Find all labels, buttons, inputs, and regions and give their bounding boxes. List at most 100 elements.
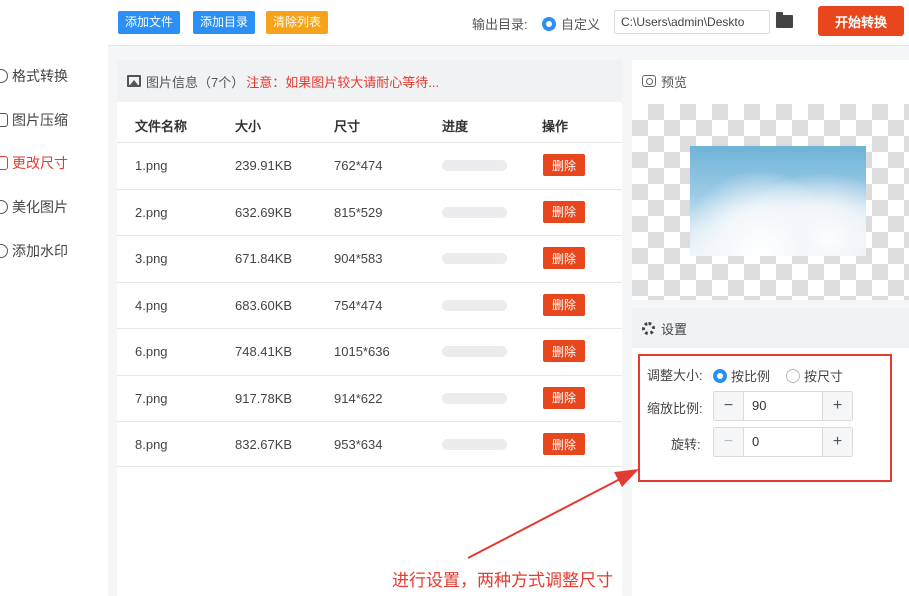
beautify-icon xyxy=(0,200,8,214)
resize-icon xyxy=(0,156,8,170)
file-name-cell: 4.png xyxy=(135,297,168,313)
file-count-title: 图片信息（7个） xyxy=(146,74,245,90)
clear-list-button[interactable]: 清除列表 xyxy=(266,11,329,34)
file-list-panel: 图片信息（7个） 注意：如果图片较大请耐心等待... 文件名称 大小 尺寸 进度… xyxy=(117,60,622,596)
column-header-size: 大小 xyxy=(235,119,262,134)
file-size-cell: 671.84KB xyxy=(235,251,293,266)
progress-bar xyxy=(442,253,507,264)
output-dir-label: 输出目录: xyxy=(472,17,528,32)
delete-button[interactable]: 删除 xyxy=(543,200,585,223)
table-row: 4.png 683.60KB 754*474 删除 xyxy=(117,281,622,329)
file-dimension-cell: 815*529 xyxy=(334,204,383,220)
progress-bar xyxy=(442,392,507,404)
table-row: 2.png 632.69KB 815*529 删除 xyxy=(117,188,622,236)
sidebar: 格式转换 图片压缩 更改尺寸 美化图片 添加水印 xyxy=(0,0,108,596)
resize-by-size-radio[interactable]: 按尺寸 xyxy=(786,366,843,385)
scale-ratio-input[interactable] xyxy=(752,398,812,413)
delete-button[interactable]: 删除 xyxy=(543,247,585,269)
preview-image xyxy=(690,146,866,256)
sidebar-item-label: 更改尺寸 xyxy=(12,155,68,171)
radio-checked-icon xyxy=(713,368,727,383)
file-dimension-cell: 953*634 xyxy=(334,437,383,452)
toolbar: 添加文件 添加目录 清除列表 输出目录: 自定义 C:\Users\admin\… xyxy=(108,0,909,46)
rotate-label: 旋转: xyxy=(671,437,701,452)
scale-ratio-stepper: − + xyxy=(713,391,853,421)
file-name-cell: 8.png xyxy=(135,437,168,452)
radio-unchecked-icon xyxy=(786,368,800,383)
folder-icon[interactable] xyxy=(776,12,793,28)
file-size-cell: 239.91KB xyxy=(235,158,293,173)
file-name-cell: 3.png xyxy=(135,251,168,266)
file-name-cell: 7.png xyxy=(135,390,168,406)
sidebar-item-label: 格式转换 xyxy=(12,68,68,84)
sidebar-item-beautify[interactable]: 美化图片 xyxy=(0,195,68,219)
scale-increment-button[interactable]: + xyxy=(822,392,852,420)
column-header-progress: 进度 xyxy=(442,119,469,134)
settings-title: 设置 xyxy=(661,321,688,337)
sidebar-item-resize[interactable]: 更改尺寸 xyxy=(0,151,68,175)
column-header-name: 文件名称 xyxy=(135,119,188,134)
add-file-button[interactable]: 添加文件 xyxy=(118,11,181,34)
progress-bar xyxy=(442,346,507,357)
progress-bar xyxy=(442,160,507,171)
file-name-cell: 1.png xyxy=(135,158,168,173)
table-row: 8.png 832.67KB 953*634 删除 xyxy=(117,421,622,468)
file-name-cell: 2.png xyxy=(135,204,168,220)
file-name-cell: 6.png xyxy=(135,344,168,359)
preview-header: 预览 xyxy=(632,60,909,102)
delete-button[interactable]: 删除 xyxy=(543,293,585,316)
sidebar-item-label: 添加水印 xyxy=(12,243,68,259)
table-row: 6.png 748.41KB 1015*636 删除 xyxy=(117,328,622,375)
sidebar-item-watermark[interactable]: 添加水印 xyxy=(0,239,68,263)
delete-button[interactable]: 删除 xyxy=(543,154,585,176)
resize-mode-label: 调整大小: xyxy=(647,368,703,383)
scale-ratio-label: 缩放比例: xyxy=(647,401,703,416)
file-dimension-cell: 762*474 xyxy=(334,158,383,173)
rotate-increment-button[interactable]: + xyxy=(822,428,852,456)
rotate-input[interactable] xyxy=(752,434,812,449)
watermark-icon xyxy=(0,244,8,258)
table-bottom-divider xyxy=(117,466,622,467)
delete-button[interactable]: 删除 xyxy=(543,433,585,455)
sidebar-item-compress[interactable]: 图片压缩 xyxy=(0,108,68,132)
file-size-cell: 632.69KB xyxy=(235,204,293,220)
resize-by-ratio-radio[interactable]: 按比例 xyxy=(713,366,770,385)
table-row: 3.png 671.84KB 904*583 删除 xyxy=(117,235,622,282)
file-dimension-cell: 914*622 xyxy=(334,390,383,406)
preview-title: 预览 xyxy=(661,74,688,90)
column-header-action: 操作 xyxy=(542,119,569,134)
custom-output-label: 自定义 xyxy=(561,17,601,32)
settings-header: 设置 xyxy=(632,308,909,348)
output-path-field[interactable]: C:\Users\admin\Deskto xyxy=(614,10,770,34)
preview-icon xyxy=(642,75,656,87)
scale-decrement-button[interactable]: − xyxy=(714,392,744,420)
file-size-cell: 917.78KB xyxy=(235,390,293,406)
gear-icon xyxy=(642,321,655,335)
file-list-header: 图片信息（7个） 注意：如果图片较大请耐心等待... xyxy=(117,60,622,102)
delete-button[interactable]: 删除 xyxy=(543,386,585,409)
sidebar-item-format-convert[interactable]: 格式转换 xyxy=(0,64,68,88)
rotate-stepper: − + xyxy=(713,427,853,457)
file-size-cell: 683.60KB xyxy=(235,297,293,313)
preview-panel: 预览 xyxy=(632,60,909,300)
table-row: 7.png 917.78KB 914*622 删除 xyxy=(117,374,622,422)
file-dimension-cell: 1015*636 xyxy=(334,344,390,359)
by-size-label: 按尺寸 xyxy=(804,369,844,384)
custom-output-radio[interactable]: 自定义 xyxy=(542,14,600,33)
radio-checked-icon xyxy=(542,16,556,31)
progress-bar xyxy=(442,299,507,311)
image-icon xyxy=(127,75,141,87)
add-directory-button[interactable]: 添加目录 xyxy=(193,11,256,34)
sidebar-item-label: 美化图片 xyxy=(12,199,68,215)
file-dimension-cell: 904*583 xyxy=(334,251,383,266)
delete-button[interactable]: 删除 xyxy=(543,340,585,362)
progress-bar xyxy=(442,206,507,218)
compress-icon xyxy=(0,113,8,127)
start-convert-button[interactable]: 开始转换 xyxy=(818,6,904,36)
file-size-cell: 748.41KB xyxy=(235,344,293,359)
large-file-warning: 注意：如果图片较大请耐心等待... xyxy=(246,74,440,90)
annotation-text: 进行设置，两种方式调整尺寸 xyxy=(392,571,613,590)
file-size-cell: 832.67KB xyxy=(235,437,293,452)
rotate-decrement-button[interactable]: − xyxy=(714,428,744,456)
format-convert-icon xyxy=(0,69,8,83)
